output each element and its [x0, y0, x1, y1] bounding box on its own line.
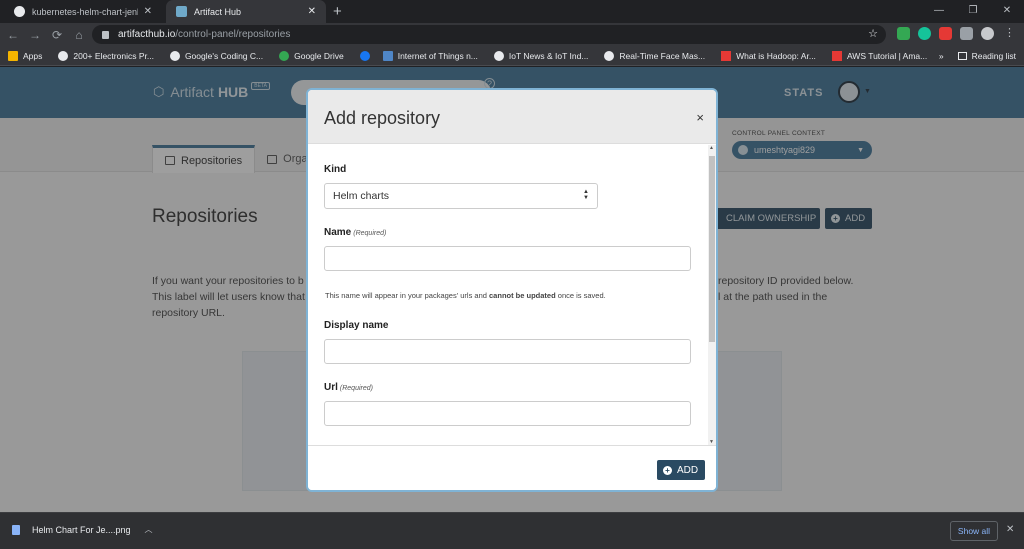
electronics-icon: [58, 50, 69, 61]
bookmark-star-icon[interactable]: ☆: [868, 27, 878, 40]
profile-avatar[interactable]: [981, 27, 994, 40]
globe-icon: [604, 50, 615, 61]
tab-close-icon[interactable]: ✕: [144, 6, 152, 17]
modal-add-button[interactable]: + ADD: [657, 460, 705, 480]
home-icon[interactable]: ⌂: [68, 28, 90, 42]
bookmark-iot[interactable]: Internet of Things n...: [382, 50, 478, 61]
extension-icon[interactable]: [939, 27, 952, 40]
globe-icon: [493, 50, 504, 61]
modal-body: Kind Helm charts ▲ ▼ Name (Required) This …: [308, 145, 708, 445]
artifact-hub-icon: [176, 6, 187, 17]
modal-header: Add repository ×: [308, 90, 716, 144]
facebook-icon: [359, 50, 370, 61]
downloads-bar: Helm Chart For Je....png ︿ Show all ✕: [0, 512, 1024, 549]
bookmark-google-coding[interactable]: Google's Coding C...: [169, 50, 263, 61]
google-drive-icon: [279, 50, 290, 61]
puzzle-icon[interactable]: [960, 27, 973, 40]
chevron-up-icon[interactable]: ︿: [145, 524, 153, 535]
browser-tab-bar: kubernetes-helm-chart-jenkins/c ✕ Artifa…: [0, 0, 1024, 23]
bookmark-face-mask[interactable]: Real-Time Face Mas...: [604, 50, 705, 61]
bookmark-apps[interactable]: Apps: [8, 50, 42, 61]
modal-footer: + ADD: [308, 445, 716, 490]
edureka-icon: [831, 50, 842, 61]
url-field[interactable]: [324, 401, 691, 426]
bookmarks-overflow[interactable]: »: [939, 51, 944, 61]
browser-toolbar: ← → ⟳ ⌂ artifacthub.io/control-panel/rep…: [0, 23, 1024, 46]
scrollbar-thumb[interactable]: [709, 156, 715, 342]
bookmark-electronics[interactable]: 200+ Electronics Pr...: [58, 50, 154, 61]
kind-label: Kind: [324, 164, 347, 175]
reading-list-icon: [957, 52, 967, 60]
bookmark-iot-news[interactable]: IoT News & IoT Ind...: [493, 50, 588, 61]
close-window-button[interactable]: ✕: [990, 0, 1024, 23]
select-arrows-icon: ▲ ▼: [583, 189, 589, 201]
maximize-button[interactable]: ❐: [956, 0, 990, 23]
github-icon: [14, 6, 25, 17]
forward-icon[interactable]: →: [24, 28, 46, 42]
browser-tab-github[interactable]: kubernetes-helm-chart-jenkins/c ✕: [4, 0, 162, 23]
name-label: Name (Required): [324, 227, 387, 238]
new-tab-button[interactable]: +: [333, 3, 342, 20]
name-field[interactable]: [324, 246, 691, 271]
iot-icon: [382, 50, 393, 61]
url-label: Url (Required): [324, 382, 373, 393]
bookmark-facebook[interactable]: [359, 50, 375, 61]
apps-grid-icon: [8, 50, 18, 61]
scroll-up-icon[interactable]: ▲: [709, 145, 714, 151]
grammarly-icon[interactable]: [918, 27, 931, 40]
tab-close-icon[interactable]: ✕: [308, 6, 316, 17]
close-icon[interactable]: ✕: [1006, 524, 1014, 535]
file-icon: [12, 524, 20, 535]
minimize-button[interactable]: —: [922, 0, 956, 23]
name-hint: This name will appear in your packages' …: [325, 291, 606, 300]
reload-icon[interactable]: ⟳: [46, 28, 68, 42]
reading-list[interactable]: Reading list: [972, 51, 1016, 61]
google-icon: [169, 50, 180, 61]
tab-title: Artifact Hub: [194, 6, 242, 17]
window-controls: — ❐ ✕: [922, 0, 1024, 23]
browser-tab-artifact-hub[interactable]: Artifact Hub ✕: [166, 0, 326, 23]
tab-title: kubernetes-helm-chart-jenkins/c: [32, 6, 138, 17]
menu-dots-icon[interactable]: ⋮: [1004, 26, 1017, 39]
bookmark-aws[interactable]: AWS Tutorial | Ama...: [831, 50, 927, 61]
add-repository-modal: Add repository × Kind Helm charts ▲ ▼ Nam…: [306, 88, 718, 492]
show-all-button[interactable]: Show all: [950, 521, 998, 541]
bookmark-hadoop[interactable]: What is Hadoop: Ar...: [721, 50, 816, 61]
close-icon[interactable]: ×: [696, 110, 704, 125]
display-name-label: Display name: [324, 320, 389, 331]
edureka-icon: [721, 50, 732, 61]
bookmarks-bar: Apps 200+ Electronics Pr... Google's Cod…: [0, 46, 1024, 66]
kind-select[interactable]: Helm charts ▲ ▼: [324, 183, 598, 209]
shield-extension-icon[interactable]: [897, 27, 910, 40]
display-name-field[interactable]: [324, 339, 691, 364]
modal-scrollbar[interactable]: ▲ ▼: [708, 145, 716, 445]
back-icon[interactable]: ←: [2, 28, 24, 42]
url-text: artifacthub.io/control-panel/repositorie…: [118, 29, 291, 40]
address-bar[interactable]: artifacthub.io/control-panel/repositorie…: [92, 25, 886, 44]
plus-icon: +: [663, 465, 672, 475]
lock-icon: [102, 30, 109, 39]
download-item[interactable]: Helm Chart For Je....png ︿: [12, 524, 153, 535]
bookmark-google-drive[interactable]: Google Drive: [279, 50, 344, 61]
modal-title: Add repository: [324, 108, 441, 128]
